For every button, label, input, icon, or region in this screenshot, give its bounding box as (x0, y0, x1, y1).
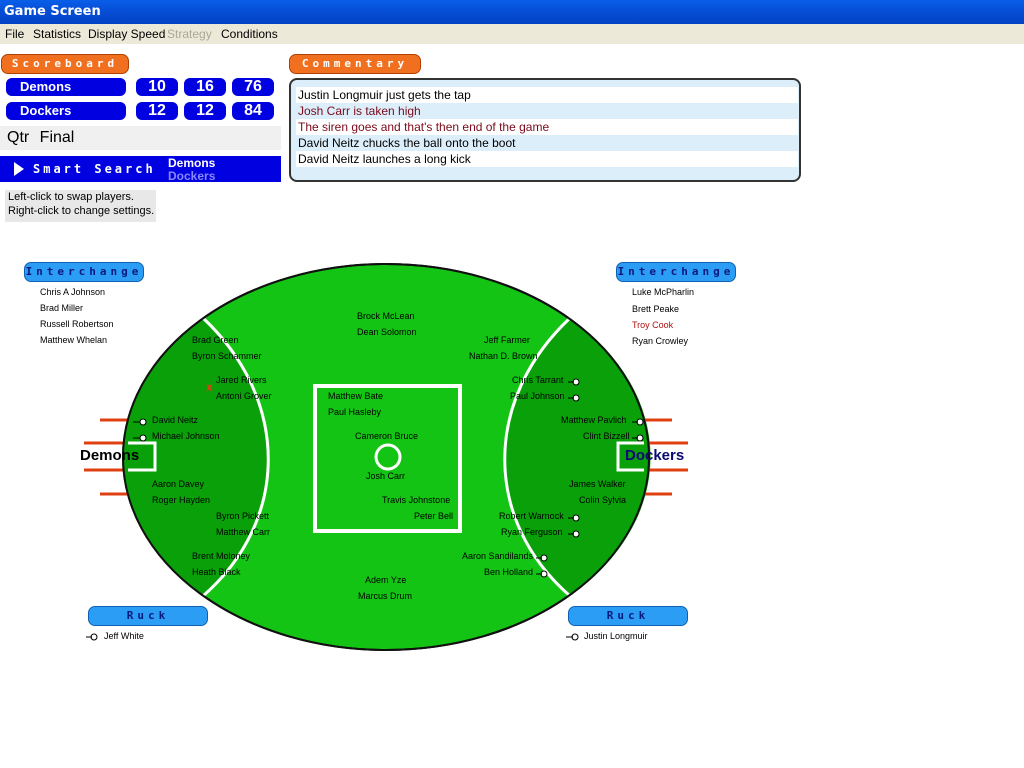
ruck-right-player[interactable]: Justin Longmuir (584, 631, 648, 641)
whistle-icon (139, 434, 147, 442)
player-name[interactable]: Jared Rivers (216, 375, 267, 385)
player-name[interactable]: Travis Johnstone (382, 495, 450, 505)
player-name[interactable]: Matthew Pavlich (561, 415, 627, 425)
interchange-right-player[interactable]: Brett Peake (632, 304, 679, 314)
player-name[interactable]: Dean Solomon (357, 327, 417, 337)
ruck-left-player[interactable]: Jeff White (104, 631, 144, 641)
player-name[interactable]: Paul Johnson (510, 391, 565, 401)
player-name[interactable]: Byron Pickett (216, 511, 269, 521)
player-name[interactable]: Michael Johnson (152, 431, 220, 441)
player-name[interactable]: James Walker (569, 479, 626, 489)
interchange-left-player[interactable]: Matthew Whelan (40, 335, 107, 345)
player-name[interactable]: Ben Holland (484, 567, 533, 577)
player-name[interactable]: Aaron Sandilands (462, 551, 533, 561)
player-name[interactable]: Chris Tarrant (512, 375, 563, 385)
player-name[interactable]: Josh Carr (366, 471, 405, 481)
player-name[interactable]: Nathan D. Brown (469, 351, 538, 361)
player-name[interactable]: Matthew Bate (328, 391, 383, 401)
player-name[interactable]: Brock McLean (357, 311, 415, 321)
player-name[interactable]: Byron Schammer (192, 351, 262, 361)
player-name[interactable]: Brad Green (192, 335, 239, 345)
player-name[interactable]: Heath Black (192, 567, 241, 577)
interchange-right-player[interactable]: Ryan Crowley (632, 336, 688, 346)
player-name[interactable]: Clint Bizzell (583, 431, 630, 441)
player-name[interactable]: Marcus Drum (358, 591, 412, 601)
interchange-left-player[interactable]: Russell Robertson (40, 319, 114, 329)
player-name[interactable]: Robert Warnock (499, 511, 564, 521)
selection-marker-icon: x (206, 380, 213, 394)
right-team-label: Dockers (625, 447, 685, 464)
player-name[interactable]: Cameron Bruce (355, 431, 418, 441)
player-name[interactable]: Paul Hasleby (328, 407, 381, 417)
interchange-right-player[interactable]: Troy Cook (632, 320, 673, 330)
player-name[interactable]: Colin Sylvia (579, 495, 626, 505)
player-name[interactable]: Jeff Farmer (484, 335, 530, 345)
interchange-right-header: Interchange (616, 262, 736, 282)
player-name[interactable]: Adem Yze (365, 575, 406, 585)
ruck-right-header: Ruck (568, 606, 688, 626)
player-name[interactable]: Ryan Ferguson (501, 527, 563, 537)
player-name[interactable]: David Neitz (152, 415, 198, 425)
player-name[interactable]: Matthew Carr (216, 527, 270, 537)
ruck-left-header: Ruck (88, 606, 208, 626)
player-name[interactable]: Brent Moloney (192, 551, 250, 561)
interchange-left-player[interactable]: Chris A Johnson (40, 287, 105, 297)
interchange-left-header: Interchange (24, 262, 144, 282)
player-name[interactable]: Antoni Grover (216, 391, 272, 401)
whistle-icon (139, 418, 147, 426)
player-name[interactable]: Peter Bell (414, 511, 453, 521)
interchange-left-player[interactable]: Brad Miller (40, 303, 83, 313)
player-name[interactable]: Aaron Davey (152, 479, 204, 489)
interchange-right-player[interactable]: Luke McPharlin (632, 287, 694, 297)
player-name[interactable]: Roger Hayden (152, 495, 210, 505)
left-team-label: Demons (80, 447, 140, 464)
